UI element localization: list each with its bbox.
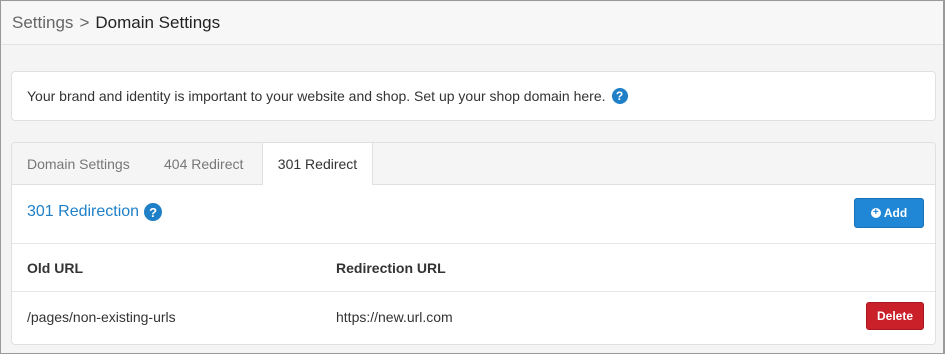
breadcrumb-separator: > xyxy=(79,13,90,32)
delete-button[interactable]: Delete xyxy=(866,302,924,330)
info-text: Your brand and identity is important to … xyxy=(27,88,606,104)
redirection-url-cell: https://new.url.com xyxy=(336,309,453,325)
help-icon[interactable]: ? xyxy=(611,88,628,104)
breadcrumb-settings-link[interactable]: Settings xyxy=(12,13,73,33)
table-row: /pages/non-existing-urls https://new.url… xyxy=(12,292,935,344)
column-header-redirection-url: Redirection URL xyxy=(336,260,446,276)
column-header-old-url: Old URL xyxy=(27,260,83,276)
redirect-panel: Domain Settings 404 Redirect 301 Redirec… xyxy=(11,142,936,345)
add-button[interactable]: + Add xyxy=(854,198,924,228)
app-window: Settings > Domain Settings Your brand an… xyxy=(0,0,945,354)
tab-bar: Domain Settings 404 Redirect 301 Redirec… xyxy=(12,143,935,185)
section-title: 301 Redirection ? xyxy=(27,203,163,221)
info-box: Your brand and identity is important to … xyxy=(11,71,936,121)
page-title: Domain Settings xyxy=(95,13,221,32)
tab-301-redirect[interactable]: 301 Redirect xyxy=(262,143,373,185)
tab-404-redirect[interactable]: 404 Redirect xyxy=(164,143,243,184)
table-header: Old URL Redirection URL xyxy=(12,244,935,292)
add-button-label: Add xyxy=(883,206,908,220)
section-header: 301 Redirection ? + Add xyxy=(12,185,935,244)
section-title-text: 301 Redirection xyxy=(27,203,140,220)
plus-circle-icon: + xyxy=(870,208,881,218)
old-url-cell: /pages/non-existing-urls xyxy=(27,309,176,325)
help-icon[interactable]: ? xyxy=(144,203,163,221)
breadcrumb: Settings > Domain Settings xyxy=(2,2,943,45)
tab-domain-settings[interactable]: Domain Settings xyxy=(27,143,130,184)
